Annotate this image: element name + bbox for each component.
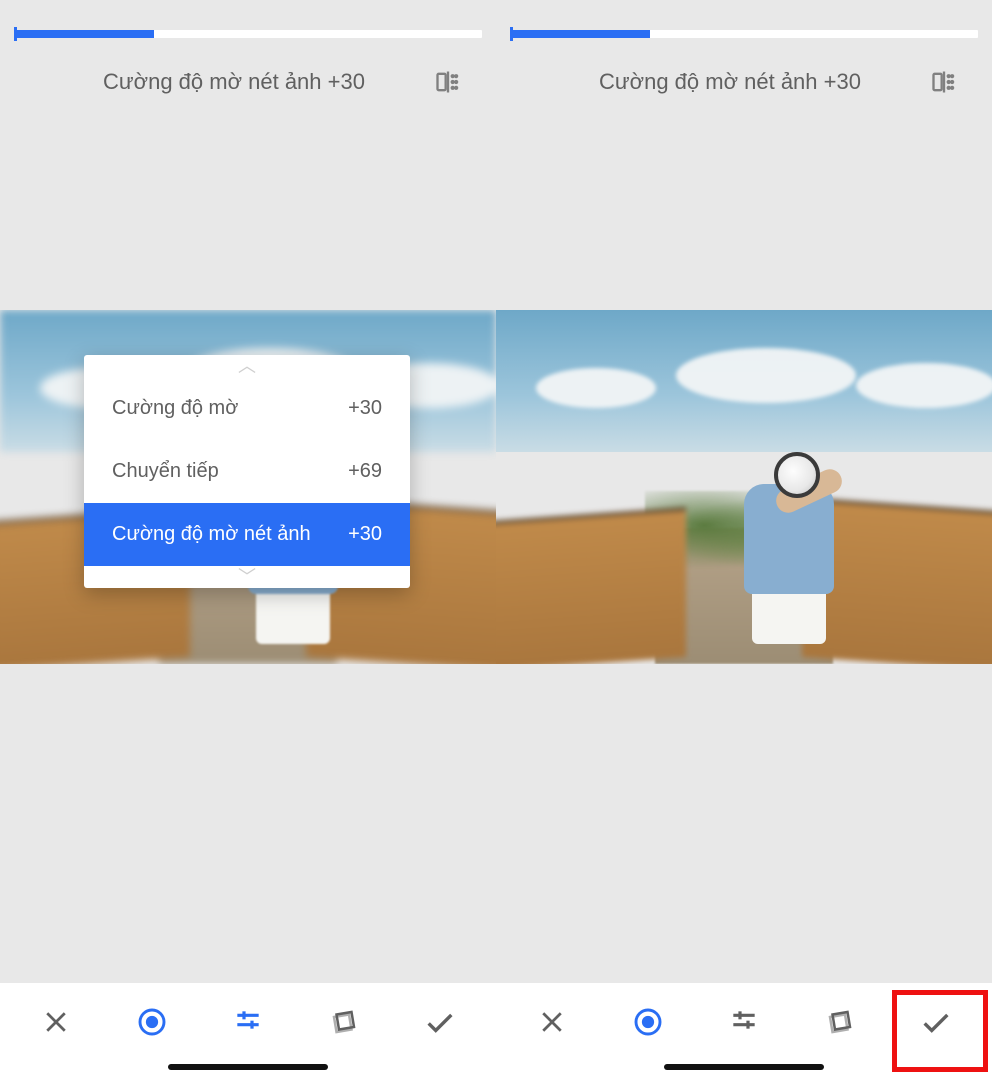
- adjustment-title: Cường độ mờ nét ảnh +30: [34, 69, 434, 95]
- editor-panel-right: Cường độ mờ nét ảnh +30: [496, 0, 992, 1078]
- shape-button[interactable]: [810, 992, 870, 1052]
- compare-icon[interactable]: [434, 68, 462, 96]
- compare-icon[interactable]: [930, 68, 958, 96]
- bottom-toolbar: [496, 983, 992, 1078]
- menu-item-value: +30: [348, 523, 382, 546]
- shape-button[interactable]: [314, 992, 374, 1052]
- home-indicator: [168, 1064, 328, 1070]
- adjustment-menu: ︿ Cường độ mờ +30 Chuyển tiếp +69 Cường …: [84, 355, 410, 588]
- focus-mode-button[interactable]: [618, 992, 678, 1052]
- adjust-sliders-button[interactable]: [218, 992, 278, 1052]
- photo-preview[interactable]: [496, 310, 992, 664]
- intensity-slider[interactable]: [14, 30, 482, 38]
- chevron-up-icon[interactable]: ︿: [84, 355, 410, 377]
- close-button[interactable]: [26, 992, 86, 1052]
- confirm-button[interactable]: [410, 992, 470, 1052]
- home-indicator: [664, 1064, 824, 1070]
- adjust-sliders-button[interactable]: [714, 992, 774, 1052]
- menu-item-vignette-blur[interactable]: Cường độ mờ nét ảnh +30: [84, 503, 410, 566]
- top-bar: Cường độ mờ nét ảnh +30: [0, 0, 496, 96]
- chevron-down-icon[interactable]: ﹀: [84, 566, 410, 588]
- menu-item-value: +69: [348, 460, 382, 483]
- menu-item-label: Cường độ mờ nét ảnh: [112, 523, 311, 546]
- menu-item-transition[interactable]: Chuyển tiếp +69: [84, 440, 410, 503]
- adjustment-title: Cường độ mờ nét ảnh +30: [530, 69, 930, 95]
- editor-panel-left: Cường độ mờ nét ảnh +30: [0, 0, 496, 1078]
- bottom-toolbar: [0, 983, 496, 1078]
- menu-item-label: Cường độ mờ: [112, 397, 238, 420]
- confirm-button[interactable]: [906, 992, 966, 1052]
- menu-item-value: +30: [348, 397, 382, 420]
- close-button[interactable]: [522, 992, 582, 1052]
- menu-item-label: Chuyển tiếp: [112, 460, 219, 483]
- menu-item-blur-strength[interactable]: Cường độ mờ +30: [84, 377, 410, 440]
- focus-mode-button[interactable]: [122, 992, 182, 1052]
- intensity-slider[interactable]: [510, 30, 978, 38]
- top-bar: Cường độ mờ nét ảnh +30: [496, 0, 992, 96]
